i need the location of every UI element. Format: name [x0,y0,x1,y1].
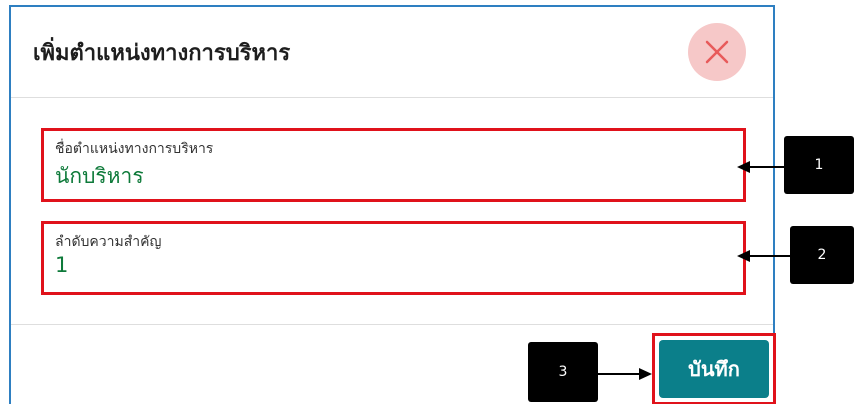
dialog-title: เพิ่มตำแหน่งทางการบริหาร [33,41,291,66]
priority-order-field[interactable]: ลำดับความสำคัญ 1 [41,221,746,295]
dialog-body: ชื่อตำแหน่งทางการบริหาร นักบริหาร ลำดับค… [11,98,773,323]
dialog-footer: บันทึก [11,324,776,404]
save-button[interactable]: บันทึก [659,340,769,398]
priority-order-label: ลำดับความสำคัญ [55,234,162,250]
callout-2: 2 [790,226,854,284]
add-admin-position-dialog: เพิ่มตำแหน่งทางการบริหาร ชื่อตำแหน่งทางก… [9,5,776,404]
callout-1: 1 [784,136,854,194]
close-button[interactable] [688,23,746,81]
position-name-value[interactable]: นักบริหาร [55,160,144,193]
priority-order-value[interactable]: 1 [55,253,68,277]
screenshot-stage: เพิ่มตำแหน่งทางการบริหาร ชื่อตำแหน่งทางก… [0,0,854,404]
callout-3: 3 [528,342,598,402]
close-icon [705,40,729,64]
position-name-label: ชื่อตำแหน่งทางการบริหาร [55,141,214,157]
dialog-header: เพิ่มตำแหน่งทางการบริหาร [11,7,773,98]
save-button-highlight: บันทึก [652,333,776,404]
position-name-field[interactable]: ชื่อตำแหน่งทางการบริหาร นักบริหาร [41,128,746,202]
